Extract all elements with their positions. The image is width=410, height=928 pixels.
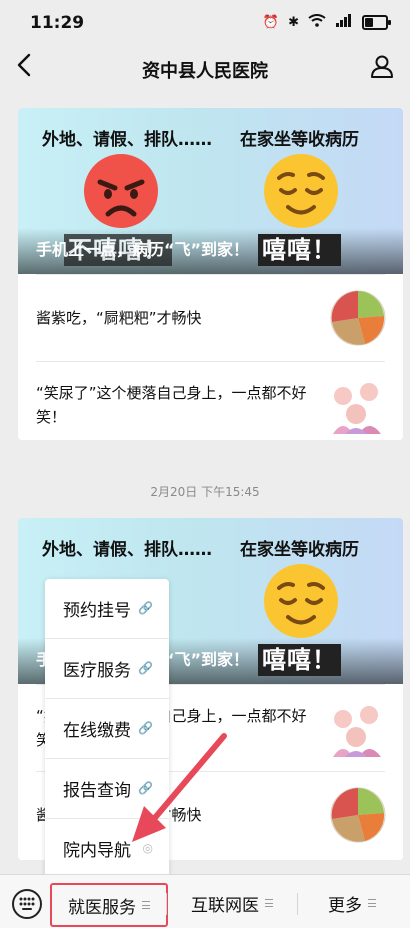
banner-right-text: 在家坐等收病历 <box>240 130 359 150</box>
relieved-face-icon <box>264 154 338 228</box>
status-time: 11:29 <box>30 13 85 33</box>
alarm-icon: ⏰ <box>262 15 280 30</box>
compass-icon: ◎ <box>142 841 153 855</box>
article-title: 酱紫吃，“屙粑粑”才畅快 <box>36 309 202 327</box>
banner-right-text: 在家坐等收病历 <box>240 540 359 560</box>
link-icon: 🔗 <box>138 781 153 795</box>
battery-icon <box>362 15 391 30</box>
menu-lines-icon <box>265 899 273 907</box>
menu-item-medical-service[interactable]: 医疗服务 🔗 <box>45 639 169 699</box>
link-icon: 🔗 <box>138 601 153 615</box>
wifi-icon <box>308 14 326 31</box>
message-timestamp: 2月20日 下午15:45 <box>150 485 260 499</box>
nav-bar: 资中县人民医院 <box>0 44 410 92</box>
menu-item-appointment[interactable]: 预约挂号 🔗 <box>45 579 169 639</box>
status-icons: ⏰ ✱ <box>262 14 391 31</box>
article-title: “笑尿了”这个梗落自己身上，一点都不好笑！ <box>36 384 307 426</box>
banner-left-text: 外地、请假、排队…… <box>42 540 212 560</box>
menu-item-label: 预约挂号 <box>63 601 131 621</box>
food-plate-thumbnail <box>329 786 387 844</box>
menu-item-label: 院内导航 <box>63 841 131 861</box>
link-icon: 🔗 <box>138 721 153 735</box>
cartoon-women-thumbnail <box>329 376 387 434</box>
tab-label: 互联网医 <box>191 895 259 916</box>
menu-lines-icon <box>368 899 376 907</box>
signal-icon <box>335 14 353 31</box>
menu-item-hospital-navigation[interactable]: 院内导航 ◎ <box>45 819 169 878</box>
status-bar: 11:29 ⏰ ✱ <box>0 0 410 44</box>
sticker-right: 嘻嘻！ <box>258 644 341 676</box>
person-icon <box>371 55 393 78</box>
cartoon-women-thumbnail <box>329 699 387 757</box>
list-item[interactable]: 酱紫吃，“屙粑粑”才畅快 <box>36 274 387 361</box>
keyboard-toggle-button[interactable] <box>12 889 42 919</box>
menu-item-report-query[interactable]: 报告查询 🔗 <box>45 759 169 819</box>
link-icon: 🔗 <box>138 661 153 675</box>
menu-item-label: 医疗服务 <box>63 661 131 681</box>
food-plate-thumbnail <box>329 289 387 347</box>
tab-medical-service[interactable]: 就医服务 <box>50 883 168 927</box>
service-popup-menu: 预约挂号 🔗 医疗服务 🔗 在线缴费 🔗 报告查询 🔗 院内导航 ◎ <box>45 579 169 878</box>
keyboard-icon <box>19 897 35 910</box>
bottom-menu-bar: 就医服务 互联网医 更多 <box>0 874 410 928</box>
banner-left-text: 外地、请假、排队…… <box>42 130 212 150</box>
tab-label: 就医服务 <box>68 897 136 918</box>
article-card-1: 外地、请假、排队…… 在家坐等收病历 不嘻嘻！ 嘻嘻！ 手机上一点，病历“飞”到… <box>18 108 403 440</box>
page-title: 资中县人民医院 <box>142 61 268 82</box>
profile-button[interactable] <box>370 54 394 78</box>
sticker-right: 嘻嘻！ <box>258 234 341 266</box>
menu-item-label: 报告查询 <box>63 781 131 801</box>
tab-more[interactable]: 更多 <box>298 883 406 923</box>
angry-face-icon <box>84 154 158 228</box>
bluetooth-icon: ✱ <box>288 15 299 30</box>
tab-internet-hospital[interactable]: 互联网医 <box>168 883 296 923</box>
menu-item-label: 在线缴费 <box>63 721 131 741</box>
divider <box>166 893 167 915</box>
menu-lines-icon <box>142 901 150 909</box>
menu-item-online-payment[interactable]: 在线缴费 🔗 <box>45 699 169 759</box>
tab-label: 更多 <box>328 895 362 916</box>
relieved-face-icon <box>264 564 338 638</box>
banner-headline: 手机上一点，病历“飞”到家！ <box>36 240 250 259</box>
list-item[interactable]: “笑尿了”这个梗落自己身上，一点都不好笑！ <box>36 361 387 440</box>
banner-article[interactable]: 外地、请假、排队…… 在家坐等收病历 不嘻嘻！ 嘻嘻！ 手机上一点，病历“飞”到… <box>18 108 403 274</box>
